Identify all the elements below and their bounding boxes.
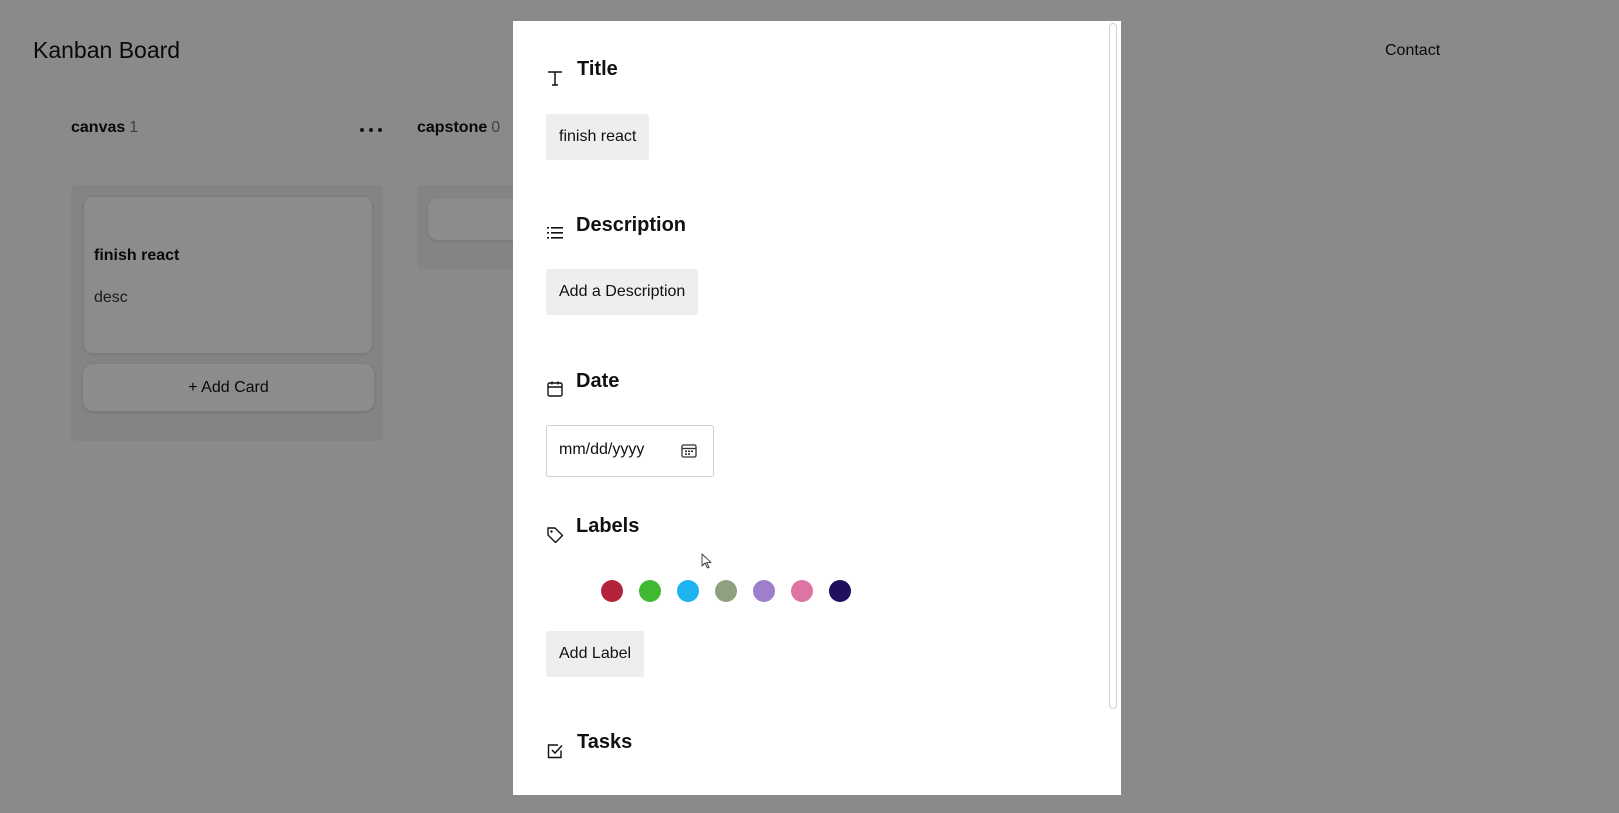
- description-heading: Description: [576, 214, 687, 236]
- label-color-swatch[interactable]: [677, 580, 699, 602]
- tasks-heading: Tasks: [577, 731, 633, 753]
- modal-scrollbar-thumb[interactable]: [1109, 23, 1117, 709]
- label-color-swatch[interactable]: [753, 580, 775, 602]
- calendar-icon: [547, 381, 563, 397]
- add-label-button[interactable]: Add Label: [546, 631, 645, 677]
- checkbox-icon: [547, 744, 563, 759]
- date-field[interactable]: [546, 425, 714, 477]
- modal-scrollbar[interactable]: [1107, 23, 1119, 711]
- list-icon: [547, 227, 563, 239]
- mouse-cursor-icon: [701, 553, 712, 569]
- label-color-swatch[interactable]: [791, 580, 813, 602]
- labels-heading: Labels: [576, 515, 640, 537]
- label-color-swatch[interactable]: [829, 580, 851, 602]
- date-input[interactable]: [559, 441, 679, 459]
- date-heading: Date: [576, 370, 620, 392]
- title-field[interactable]: finish react: [546, 114, 650, 160]
- add-description-button[interactable]: Add a Description: [546, 269, 699, 315]
- text-icon: [548, 71, 562, 86]
- label-color-swatch[interactable]: [639, 580, 661, 602]
- card-detail-modal: Title finish react Description Add a Des…: [513, 21, 1121, 795]
- title-heading: Title: [577, 58, 618, 80]
- label-color-swatch[interactable]: [715, 580, 737, 602]
- tag-icon: [547, 527, 564, 544]
- label-color-swatch[interactable]: [601, 580, 623, 602]
- calendar-picker-icon[interactable]: [680, 442, 698, 460]
